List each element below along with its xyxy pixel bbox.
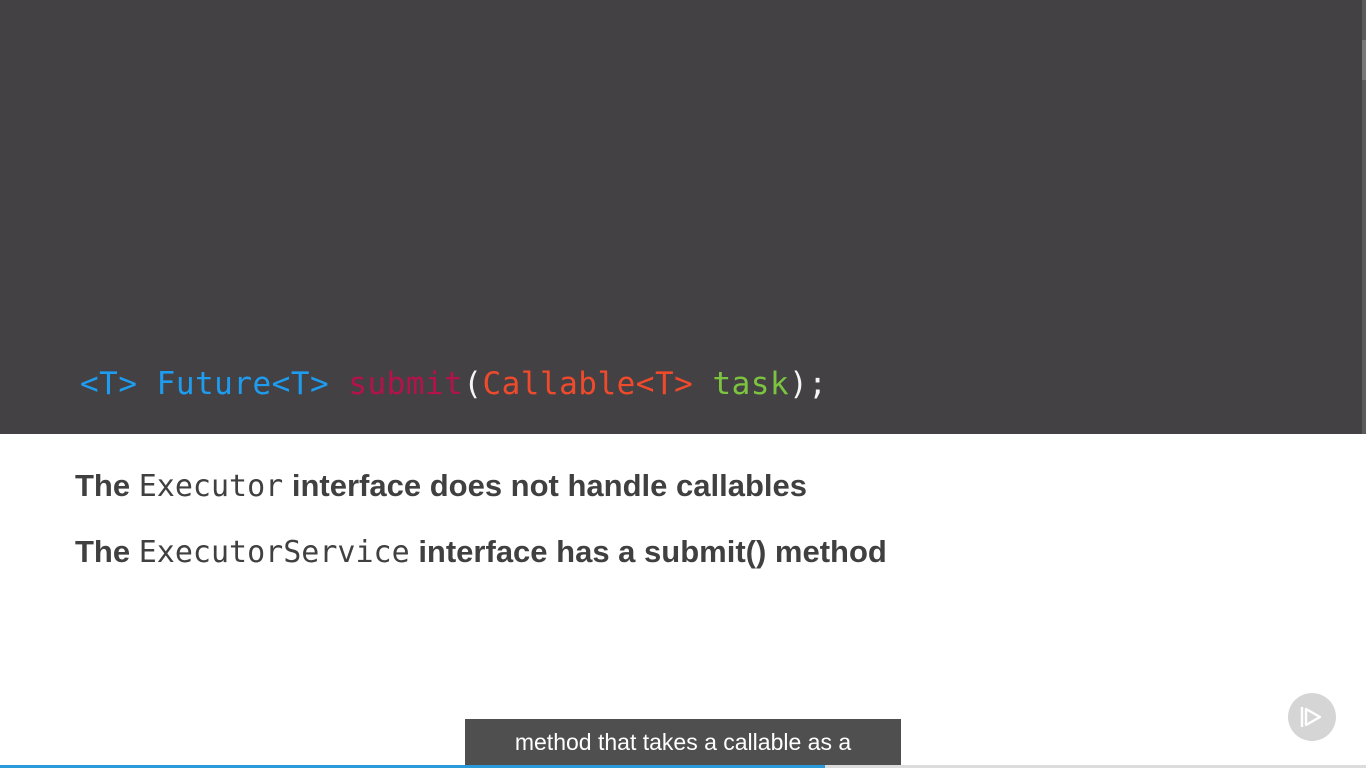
bullet-prefix: The [75, 534, 131, 569]
bullet-list: The Executor interface does not handle c… [75, 458, 887, 590]
code-band: <T> Future<T> submit(Callable<T> task); [0, 0, 1366, 434]
code-open-paren-token: ( [463, 366, 483, 402]
bullet-prefix: The [75, 468, 131, 503]
bullet-suffix: interface does not handle callables [291, 468, 807, 503]
bullet-item: The ExecutorService interface has a subm… [75, 524, 887, 590]
bullet-code-term: ExecutorService [138, 535, 410, 570]
slide-stage: <T> Future<T> submit(Callable<T> task); … [0, 0, 1366, 768]
code-method-token: submit [348, 366, 464, 402]
code-generic-token: <T> [80, 366, 138, 402]
play-logo-button[interactable] [1288, 693, 1336, 741]
subtitle-caption: method that takes a callable as a [465, 719, 901, 766]
play-logo-icon [1300, 707, 1322, 727]
code-param-type-token: Callable<T> [482, 366, 694, 402]
bullet-suffix: interface has a submit() method [418, 534, 887, 569]
scrollbar[interactable] [1362, 0, 1366, 434]
code-signature: <T> Future<T> submit(Callable<T> task); [80, 362, 827, 406]
scroll-thumb[interactable] [1362, 40, 1366, 80]
code-close-token: ); [789, 366, 828, 402]
bullet-code-term: Executor [138, 469, 284, 504]
code-return-type-token: Future<T> [156, 366, 330, 402]
bullet-item: The Executor interface does not handle c… [75, 458, 887, 524]
code-param-name-token: task [712, 366, 790, 402]
